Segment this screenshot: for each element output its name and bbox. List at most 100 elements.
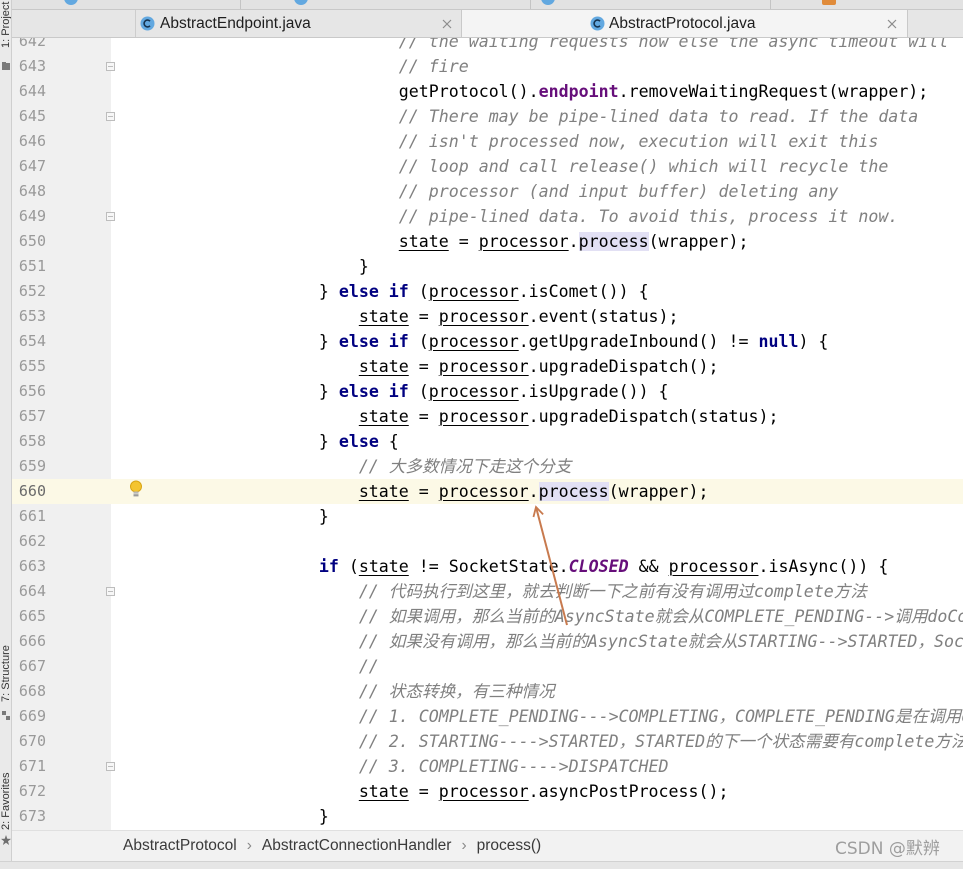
code-text[interactable]: } else if (processor.getUpgradeInbound()…	[159, 329, 829, 354]
code-line[interactable]: 672 state = processor.asyncPostProcess()…	[12, 779, 963, 804]
code-text[interactable]: if (state != SocketState.CLOSED && proce…	[159, 554, 889, 579]
fold-marker-icon[interactable]	[106, 211, 115, 221]
code-text[interactable]: // pipe-lined data. To avoid this, proce…	[159, 204, 899, 229]
code-line[interactable]: 667 //	[12, 654, 963, 679]
line-number[interactable]: 647	[12, 154, 46, 179]
lightbulb-icon[interactable]	[129, 480, 143, 499]
structure-icon[interactable]	[1, 710, 11, 722]
line-number[interactable]: 663	[12, 554, 46, 579]
line-number[interactable]: 649	[12, 204, 46, 229]
breadcrumb-item-class[interactable]: AbstractProtocol	[123, 831, 237, 860]
code-text[interactable]: // 状态转换，有三种情况	[159, 679, 555, 704]
code-line[interactable]: 661 }	[12, 504, 963, 529]
code-text[interactable]: state = processor.upgradeDispatch();	[159, 354, 719, 379]
code-line[interactable]: 663 if (state != SocketState.CLOSED && p…	[12, 554, 963, 579]
close-tab-icon[interactable]	[442, 19, 452, 29]
tool-window-favorites-button[interactable]: 2: Favorites	[0, 756, 11, 830]
code-line[interactable]: 666 // 如果没有调用，那么当前的AsyncState就会从STARTING…	[12, 629, 963, 654]
code-line[interactable]: 649 // pipe-lined data. To avoid this, p…	[12, 204, 963, 229]
code-text[interactable]: state = processor.process(wrapper);	[159, 479, 709, 504]
code-line[interactable]: 671 // 3. COMPLETING---->DISPATCHED	[12, 754, 963, 779]
code-text[interactable]: state = processor.event(status);	[159, 304, 679, 329]
code-text[interactable]: // 2. STARTING---->STARTED，STARTED的下一个状态…	[159, 729, 963, 754]
code-text[interactable]: getProtocol().endpoint.removeWaitingRequ…	[159, 79, 929, 104]
line-number[interactable]: 654	[12, 329, 46, 354]
fold-marker-icon[interactable]	[106, 61, 115, 71]
line-number[interactable]: 672	[12, 779, 46, 804]
tab-abstract-protocol[interactable]: AbstractProtocol.java	[462, 10, 908, 37]
code-text[interactable]: // isn't processed now, execution will e…	[159, 129, 879, 154]
line-number[interactable]: 662	[12, 529, 46, 554]
line-number[interactable]: 656	[12, 379, 46, 404]
code-line[interactable]: 647 // loop and call release() which wil…	[12, 154, 963, 179]
code-line[interactable]: 655 state = processor.upgradeDispatch();	[12, 354, 963, 379]
line-number[interactable]: 660	[12, 479, 46, 504]
code-line[interactable]: 668 // 状态转换，有三种情况	[12, 679, 963, 704]
line-number[interactable]: 651	[12, 254, 46, 279]
code-line[interactable]: 665 // 如果调用，那么当前的AsyncState就会从COMPLETE_P…	[12, 604, 963, 629]
tool-window-structure-button[interactable]: 7: Structure	[0, 628, 11, 702]
code-text[interactable]: // fire	[159, 54, 469, 79]
code-line[interactable]: 653 state = processor.event(status);	[12, 304, 963, 329]
code-text[interactable]: } else {	[159, 429, 399, 454]
code-text[interactable]: // 3. COMPLETING---->DISPATCHED	[159, 754, 669, 779]
code-line[interactable]: 652 } else if (processor.isComet()) {	[12, 279, 963, 304]
code-text[interactable]: state = processor.process(wrapper);	[159, 229, 748, 254]
breadcrumb-item-method[interactable]: process()	[477, 831, 542, 860]
line-number[interactable]: 668	[12, 679, 46, 704]
code-line[interactable]: 662	[12, 529, 963, 554]
fold-marker-icon[interactable]	[106, 111, 115, 121]
code-line[interactable]: 645 // There may be pipe-lined data to r…	[12, 104, 963, 129]
line-number[interactable]: 658	[12, 429, 46, 454]
close-tab-icon[interactable]	[887, 19, 897, 29]
line-number[interactable]: 671	[12, 754, 46, 779]
line-number[interactable]: 648	[12, 179, 46, 204]
code-text[interactable]: // 如果没有调用，那么当前的AsyncState就会从STARTING-->S…	[159, 629, 963, 654]
code-text[interactable]: } else if (processor.isUpgrade()) {	[159, 379, 669, 404]
code-text[interactable]: state = processor.asyncPostProcess();	[159, 779, 729, 804]
code-line[interactable]: 658 } else {	[12, 429, 963, 454]
code-line[interactable]: 648 // processor (and input buffer) dele…	[12, 179, 963, 204]
breadcrumb-item-inner-class[interactable]: AbstractConnectionHandler	[262, 831, 452, 860]
line-number[interactable]: 666	[12, 629, 46, 654]
line-number[interactable]: 650	[12, 229, 46, 254]
code-line[interactable]: 643 // fire	[12, 54, 963, 79]
code-line[interactable]: 646 // isn't processed now, execution wi…	[12, 129, 963, 154]
code-line[interactable]: 656 } else if (processor.isUpgrade()) {	[12, 379, 963, 404]
code-text[interactable]: }	[159, 804, 329, 829]
tool-window-project-button[interactable]: 1: Project	[0, 0, 11, 48]
code-line[interactable]: 654 } else if (processor.getUpgradeInbou…	[12, 329, 963, 354]
code-text[interactable]: // 1. COMPLETE_PENDING--->COMPLETING，COM…	[159, 704, 963, 729]
code-line[interactable]: 659 // 大多数情况下走这个分支	[12, 454, 963, 479]
fold-marker-icon[interactable]	[106, 761, 115, 771]
code-text[interactable]: // 大多数情况下走这个分支	[159, 454, 572, 479]
line-number[interactable]: 652	[12, 279, 46, 304]
line-number[interactable]: 667	[12, 654, 46, 679]
code-text[interactable]: // 代码执行到这里，就去判断一下之前有没有调用过complete方法	[159, 579, 867, 604]
code-line[interactable]: 664 // 代码执行到这里，就去判断一下之前有没有调用过complete方法	[12, 579, 963, 604]
code-text[interactable]: state = processor.upgradeDispatch(status…	[159, 404, 779, 429]
line-number[interactable]: 673	[12, 804, 46, 829]
line-number[interactable]: 657	[12, 404, 46, 429]
line-number[interactable]: 659	[12, 454, 46, 479]
code-line[interactable]: 651 }	[12, 254, 963, 279]
line-number[interactable]: 644	[12, 79, 46, 104]
code-text[interactable]: // 如果调用，那么当前的AsyncState就会从COMPLETE_PENDI…	[159, 604, 963, 629]
line-number[interactable]: 645	[12, 104, 46, 129]
fold-marker-icon[interactable]	[106, 586, 115, 596]
star-icon[interactable]	[1, 835, 11, 847]
code-editor[interactable]: 642 // the waiting requests now else the…	[12, 38, 963, 830]
project-icon[interactable]	[1, 61, 11, 71]
current-code-line[interactable]: 660 state = processor.process(wrapper);	[12, 478, 963, 504]
code-text[interactable]: // processor (and input buffer) deleting…	[159, 179, 839, 204]
line-number[interactable]: 665	[12, 604, 46, 629]
code-text[interactable]: // the waiting requests now else the asy…	[159, 38, 948, 54]
line-number[interactable]: 664	[12, 579, 46, 604]
code-line[interactable]: 670 // 2. STARTING---->STARTED，STARTED的下…	[12, 729, 963, 754]
line-number[interactable]: 661	[12, 504, 46, 529]
code-text[interactable]: } else if (processor.isComet()) {	[159, 279, 649, 304]
code-text[interactable]: }	[159, 254, 369, 279]
code-text[interactable]: //	[159, 654, 379, 679]
line-number[interactable]: 670	[12, 729, 46, 754]
code-line[interactable]: 669 // 1. COMPLETE_PENDING--->COMPLETING…	[12, 704, 963, 729]
